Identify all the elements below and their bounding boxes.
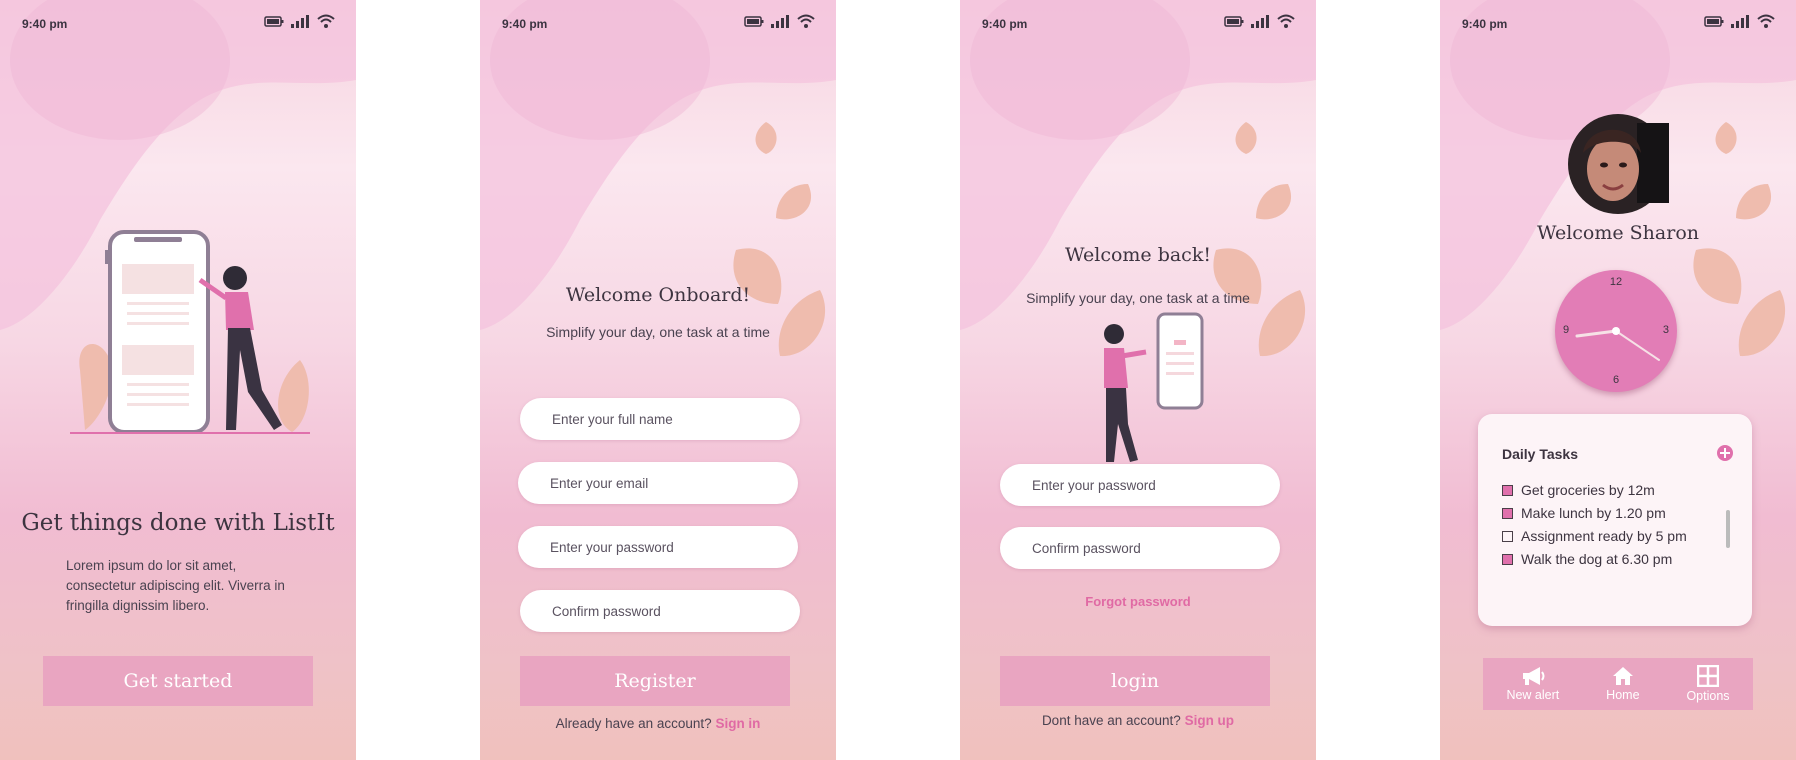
nav-home[interactable]: Home xyxy=(1606,666,1640,702)
full-name-field[interactable]: Enter your full name xyxy=(520,398,800,440)
status-bar: 9:40 pm xyxy=(22,14,336,34)
battery-icon xyxy=(744,16,764,27)
confirm-password-field[interactable]: Confirm password xyxy=(520,590,800,632)
welcome-user: Welcome Sharon xyxy=(1536,222,1700,244)
onboarding-description: Lorem ipsum do lor sit amet, consectetur… xyxy=(66,558,285,613)
sign-in-prompt: Already have an account? Sign in xyxy=(480,716,836,731)
bottom-nav: New alert Home Options xyxy=(1483,658,1753,710)
analog-clock: 12 3 6 9 xyxy=(1555,270,1677,392)
login-button[interactable]: login xyxy=(1000,656,1270,706)
status-bar: 9:40 pm xyxy=(502,14,816,34)
sign-in-text: Already have an account? xyxy=(555,716,712,731)
register-button[interactable]: Register xyxy=(520,656,790,706)
password-field[interactable]: Enter your password xyxy=(1000,464,1280,506)
signal-icon xyxy=(291,15,309,28)
screen-register: 9:40 pm Welcome Onboard! Simplify your d… xyxy=(480,0,836,760)
register-title: Welcome Onboard! xyxy=(565,284,751,306)
wifi-icon xyxy=(1757,14,1775,28)
status-time: 9:40 pm xyxy=(982,17,1028,31)
nav-label: Options xyxy=(1686,689,1730,703)
battery-icon xyxy=(1224,16,1244,27)
login-title: Welcome back! xyxy=(1065,244,1211,266)
task-label: Make lunch by 1.20 pm xyxy=(1521,505,1666,521)
status-bar: 9:40 pm xyxy=(982,14,1296,34)
daily-tasks-title: Daily Tasks xyxy=(1502,446,1579,462)
get-started-button[interactable]: Get started xyxy=(43,656,313,706)
task-item[interactable]: Make lunch by 1.20 pm xyxy=(1502,505,1666,521)
status-time: 9:40 pm xyxy=(22,17,68,31)
task-item[interactable]: Walk the dog at 6.30 pm xyxy=(1502,551,1672,567)
sign-up-prompt: Dont have an account? Sign up xyxy=(960,713,1316,728)
leaves-decoration xyxy=(1213,122,1306,357)
phone-illustration xyxy=(70,230,310,434)
daily-tasks-card: Daily Tasks Get groceries by 12m Make lu… xyxy=(1478,414,1752,626)
battery-icon xyxy=(264,16,284,27)
sign-up-text: Dont have an account? xyxy=(1041,713,1181,728)
screen-login: 9:40 pm Welcome back! Simplify your day,… xyxy=(960,0,1316,760)
status-time: 9:40 pm xyxy=(1462,17,1508,31)
wifi-icon xyxy=(797,14,815,28)
task-checkbox[interactable] xyxy=(1502,553,1513,565)
signal-icon xyxy=(1731,15,1749,28)
clock-hands xyxy=(1575,327,1660,361)
avatar[interactable] xyxy=(1567,113,1669,215)
nav-label: New alert xyxy=(1506,688,1560,702)
status-time: 9:40 pm xyxy=(502,17,548,31)
confirm-password-field[interactable]: Confirm password xyxy=(1000,527,1280,569)
task-item[interactable]: Get groceries by 12m xyxy=(1502,482,1655,498)
screen-get-started: 9:40 pm Get things done with ListIt Lore… xyxy=(0,0,356,760)
login-subtitle: Simplify your day, one task at a time xyxy=(1026,290,1250,306)
home-icon xyxy=(1612,667,1633,685)
nav-options[interactable]: Options xyxy=(1686,665,1730,703)
task-label: Get groceries by 12m xyxy=(1521,482,1655,498)
nav-label: Home xyxy=(1606,688,1640,702)
wifi-icon xyxy=(317,14,335,28)
sign-up-link[interactable]: Sign up xyxy=(1185,713,1235,728)
task-item[interactable]: Assignment ready by 5 pm xyxy=(1502,528,1687,544)
grid-icon xyxy=(1696,665,1719,687)
task-label: Assignment ready by 5 pm xyxy=(1521,528,1687,544)
sign-in-link[interactable]: Sign in xyxy=(715,716,760,731)
add-task-icon[interactable] xyxy=(1716,444,1734,462)
megaphone-icon xyxy=(1522,667,1545,685)
woman-phone-illustration xyxy=(1080,312,1210,466)
register-subtitle: Simplify your day, one task at a time xyxy=(546,324,770,340)
status-bar: 9:40 pm xyxy=(1462,14,1776,34)
password-field[interactable]: Enter your password xyxy=(518,526,798,568)
forgot-password-link[interactable]: Forgot password xyxy=(960,594,1316,609)
wifi-icon xyxy=(1277,14,1295,28)
email-field[interactable]: Enter your email xyxy=(518,462,798,504)
task-label: Walk the dog at 6.30 pm xyxy=(1521,551,1673,567)
nav-new-alert[interactable]: New alert xyxy=(1506,666,1559,702)
screen-dashboard: 9:40 pm Welcome Sharon 12 3 6 9 Daily Ta… xyxy=(1440,0,1796,760)
task-checkbox[interactable] xyxy=(1502,484,1513,496)
battery-icon xyxy=(1704,16,1724,27)
task-checkbox[interactable] xyxy=(1502,507,1513,519)
onboarding-title: Get things done with ListIt xyxy=(21,510,335,536)
task-checkbox[interactable] xyxy=(1502,530,1513,542)
signal-icon xyxy=(771,15,789,28)
task-scrollbar[interactable] xyxy=(1726,510,1730,548)
signal-icon xyxy=(1251,15,1269,28)
